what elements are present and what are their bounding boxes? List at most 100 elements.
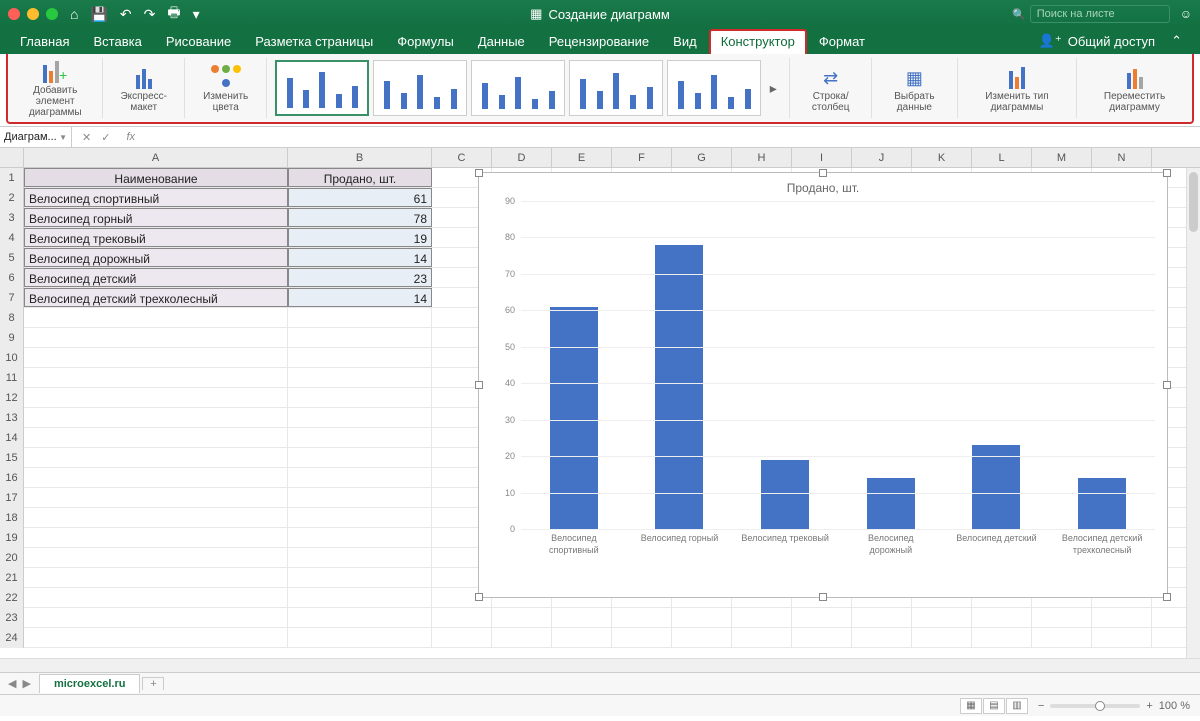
cell[interactable] — [288, 428, 432, 447]
cell[interactable]: Велосипед трековый — [24, 228, 288, 247]
cell[interactable] — [732, 608, 792, 627]
normal-view-button[interactable]: ▦ — [960, 698, 982, 714]
tab-разметка страницы[interactable]: Разметка страницы — [243, 29, 385, 54]
cell[interactable] — [672, 628, 732, 647]
tab-конструктор[interactable]: Конструктор — [709, 29, 807, 54]
cell[interactable]: 19 — [288, 228, 432, 247]
cell[interactable] — [288, 388, 432, 407]
save-icon[interactable]: 💾 — [90, 6, 107, 23]
tab-данные[interactable]: Данные — [466, 29, 537, 54]
cell[interactable] — [432, 628, 492, 647]
cancel-formula-icon[interactable]: ✕ — [82, 131, 91, 144]
cell[interactable] — [24, 448, 288, 467]
row-header[interactable]: 8 — [0, 308, 24, 328]
select-all-corner[interactable] — [0, 148, 24, 167]
chart-plot-area[interactable] — [521, 201, 1155, 529]
row-header[interactable]: 23 — [0, 608, 24, 628]
cell[interactable]: Продано, шт. — [288, 168, 432, 187]
cell[interactable] — [972, 628, 1032, 647]
cell[interactable] — [24, 508, 288, 527]
tab-формат[interactable]: Формат — [807, 29, 877, 54]
cell[interactable] — [288, 448, 432, 467]
row-header[interactable]: 10 — [0, 348, 24, 368]
row-header[interactable]: 22 — [0, 588, 24, 608]
cell[interactable] — [24, 628, 288, 647]
chart-bar[interactable] — [761, 460, 809, 529]
cell[interactable] — [288, 508, 432, 527]
column-header[interactable]: A — [24, 148, 288, 167]
cell[interactable] — [552, 628, 612, 647]
cell[interactable] — [792, 628, 852, 647]
cell[interactable] — [288, 628, 432, 647]
cell[interactable] — [24, 568, 288, 587]
chart-resize-handle[interactable] — [819, 593, 827, 601]
page-break-view-button[interactable]: ▥ — [1006, 698, 1028, 714]
cell[interactable] — [24, 368, 288, 387]
print-icon[interactable]: 🖶 — [167, 2, 180, 26]
cell[interactable] — [288, 368, 432, 387]
search-box[interactable]: 🔍 — [1012, 5, 1170, 23]
cell[interactable] — [24, 388, 288, 407]
column-header[interactable]: N — [1092, 148, 1152, 167]
row-header[interactable]: 9 — [0, 328, 24, 348]
column-header[interactable]: E — [552, 148, 612, 167]
cell[interactable] — [852, 628, 912, 647]
cell[interactable] — [552, 608, 612, 627]
cell[interactable] — [24, 428, 288, 447]
chart-bar[interactable] — [1078, 478, 1126, 529]
cell[interactable] — [24, 328, 288, 347]
cell[interactable] — [24, 408, 288, 427]
chart-resize-handle[interactable] — [475, 593, 483, 601]
tab-рецензирование[interactable]: Рецензирование — [537, 29, 661, 54]
chart-bar[interactable] — [550, 307, 598, 529]
chart-resize-handle[interactable] — [1163, 169, 1171, 177]
chart-style-5[interactable] — [667, 60, 761, 116]
cell[interactable]: Велосипед горный — [24, 208, 288, 227]
cell[interactable] — [912, 608, 972, 627]
cell[interactable] — [852, 608, 912, 627]
name-box[interactable]: Диаграм...▼ — [0, 127, 72, 147]
minimize-window[interactable] — [27, 8, 39, 20]
cell[interactable] — [288, 468, 432, 487]
row-header[interactable]: 3 — [0, 208, 24, 228]
column-header[interactable]: D — [492, 148, 552, 167]
cell[interactable]: Велосипед спортивный — [24, 188, 288, 207]
cell[interactable] — [288, 568, 432, 587]
row-header[interactable]: 11 — [0, 368, 24, 388]
qat-more-icon[interactable]: ▾ — [193, 6, 200, 23]
cell[interactable] — [24, 488, 288, 507]
cell[interactable] — [492, 628, 552, 647]
row-header[interactable]: 20 — [0, 548, 24, 568]
chart-resize-handle[interactable] — [475, 169, 483, 177]
column-header[interactable]: F — [612, 148, 672, 167]
add-chart-element-button[interactable]: + Добавить элемент диаграммы — [8, 58, 103, 118]
chart-resize-handle[interactable] — [1163, 593, 1171, 601]
cell[interactable] — [792, 608, 852, 627]
row-header[interactable]: 6 — [0, 268, 24, 288]
cell[interactable] — [24, 608, 288, 627]
cell[interactable]: 14 — [288, 288, 432, 307]
cell[interactable] — [432, 608, 492, 627]
row-header[interactable]: 5 — [0, 248, 24, 268]
sheet-tab[interactable]: microexcel.ru — [39, 674, 141, 693]
tab-формулы[interactable]: Формулы — [385, 29, 466, 54]
cell[interactable] — [492, 608, 552, 627]
zoom-out-button[interactable]: − — [1038, 700, 1044, 712]
column-header[interactable]: C — [432, 148, 492, 167]
maximize-window[interactable] — [46, 8, 58, 20]
undo-icon[interactable]: ↶ — [120, 6, 132, 23]
horizontal-scrollbar[interactable] — [0, 658, 1200, 672]
move-chart-button[interactable]: Переместить диаграмму — [1077, 58, 1192, 118]
cell[interactable] — [1092, 628, 1152, 647]
cell[interactable] — [24, 468, 288, 487]
row-header[interactable]: 19 — [0, 528, 24, 548]
cell[interactable] — [612, 628, 672, 647]
row-header[interactable]: 2 — [0, 188, 24, 208]
cell[interactable]: 61 — [288, 188, 432, 207]
column-header[interactable]: B — [288, 148, 432, 167]
styles-more-icon[interactable]: ▸ — [765, 80, 781, 97]
cell[interactable] — [732, 628, 792, 647]
cell[interactable] — [1092, 608, 1152, 627]
chart-bar[interactable] — [867, 478, 915, 529]
tab-вид[interactable]: Вид — [661, 29, 709, 54]
